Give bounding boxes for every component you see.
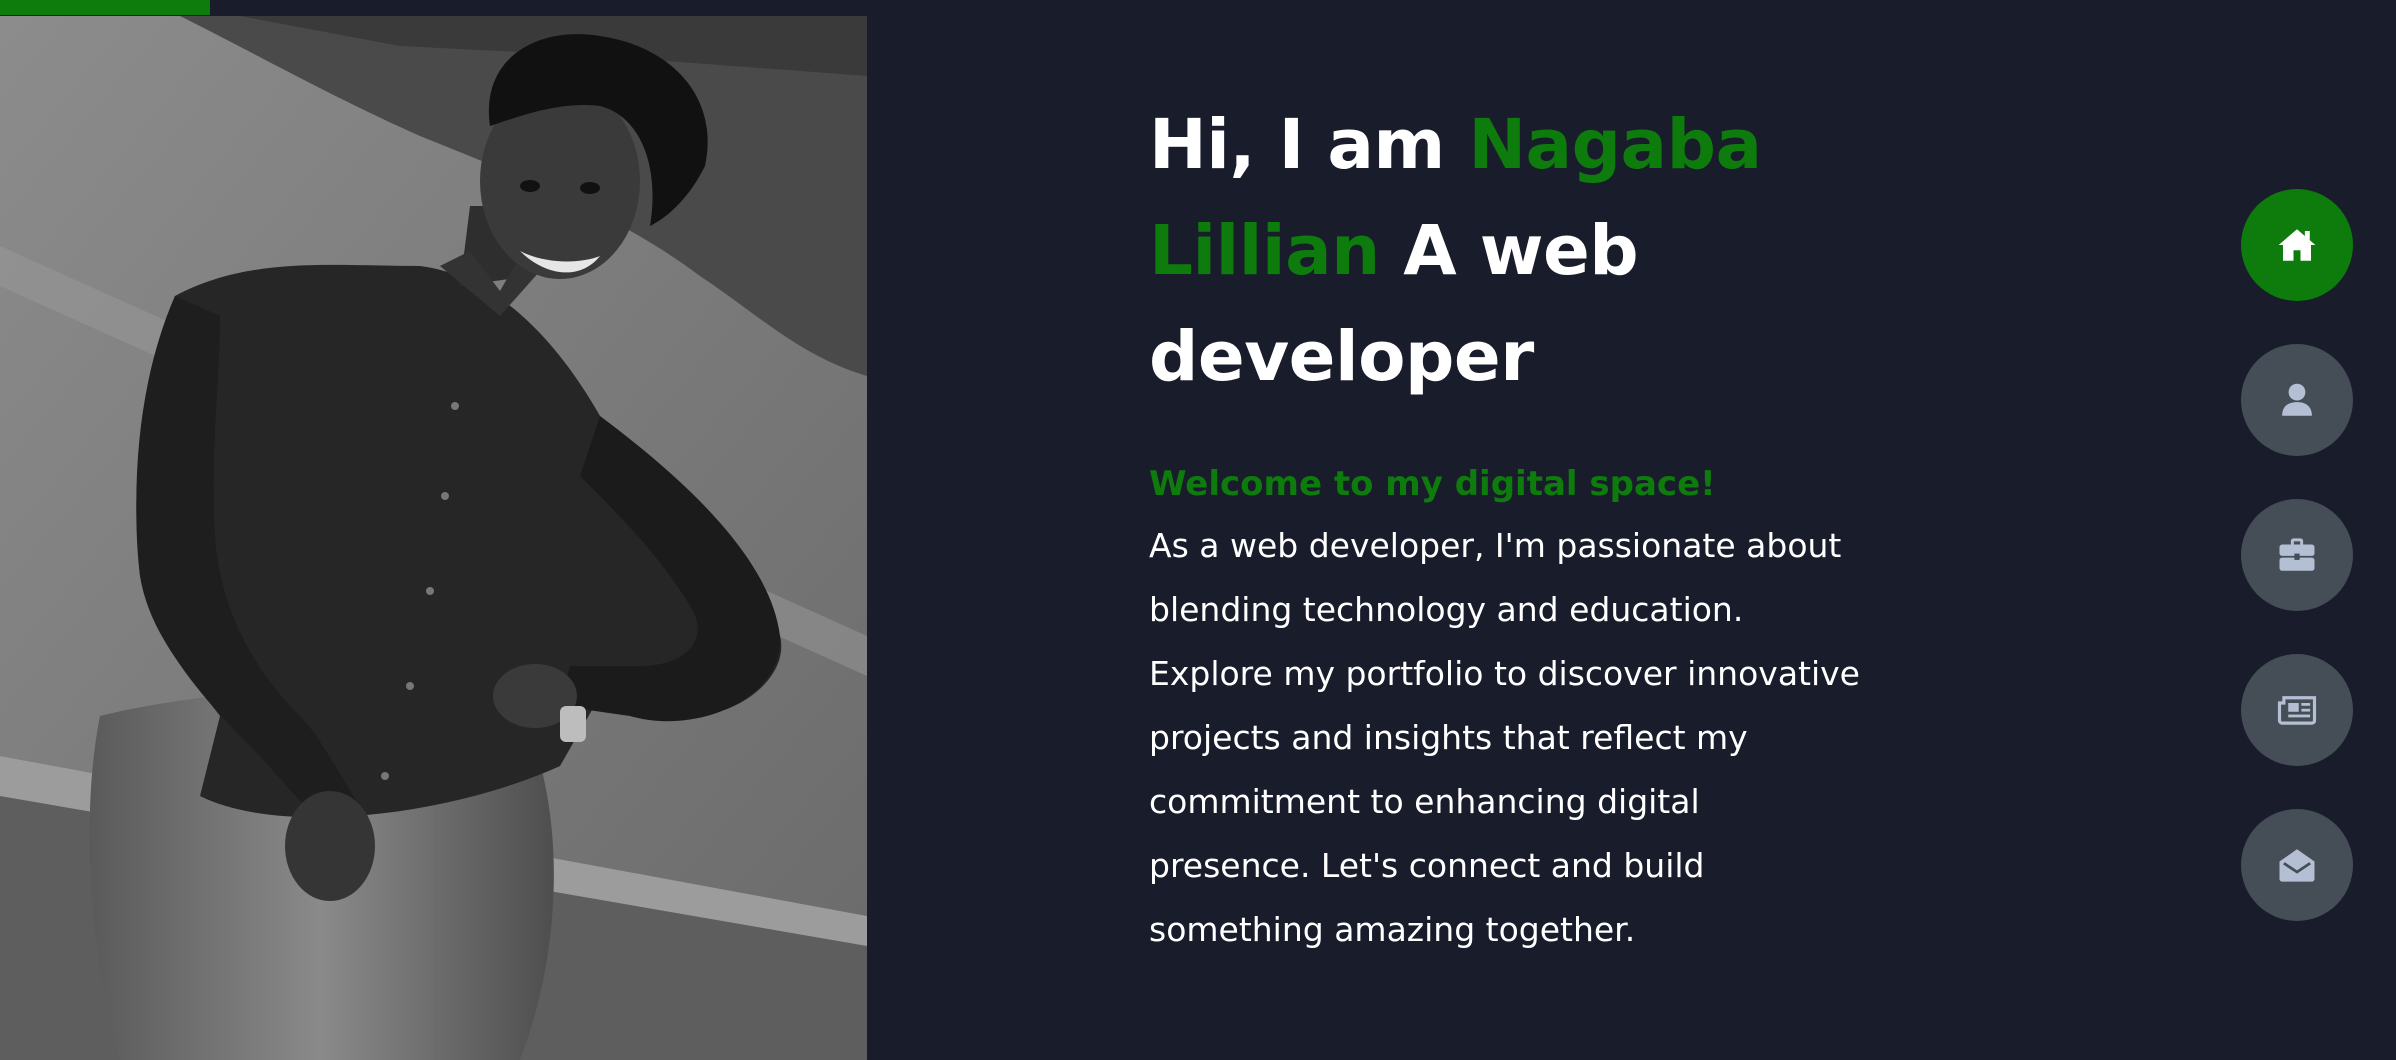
hero-content: Hi, I am Nagaba Lillian A web developer … (1149, 92, 1909, 962)
bio-text: As a web developer, I'm passionate about… (1149, 526, 1860, 949)
page: Hi, I am Nagaba Lillian A web developer … (0, 0, 2396, 1060)
profile-photo-image (0, 16, 867, 1060)
nav-blog-button[interactable] (2241, 654, 2353, 766)
user-icon (2282, 383, 2312, 416)
newspaper-icon (2277, 696, 2317, 725)
home-icon (2278, 229, 2316, 261)
welcome-text: Welcome to my digital space! (1149, 464, 1716, 504)
nav-home-button[interactable] (2241, 189, 2353, 301)
nav-contact-button[interactable] (2241, 809, 2353, 921)
briefcase-icon (2279, 538, 2315, 571)
side-nav (2241, 189, 2353, 964)
profile-photo (0, 16, 867, 1060)
envelope-open-icon (2279, 849, 2315, 882)
hero-greeting: Hi, I am (1149, 105, 1469, 185)
hero-headline: Hi, I am Nagaba Lillian A web developer (1149, 92, 1909, 410)
nav-about-button[interactable] (2241, 344, 2353, 456)
nav-portfolio-button[interactable] (2241, 499, 2353, 611)
top-accent-bar (0, 0, 210, 15)
